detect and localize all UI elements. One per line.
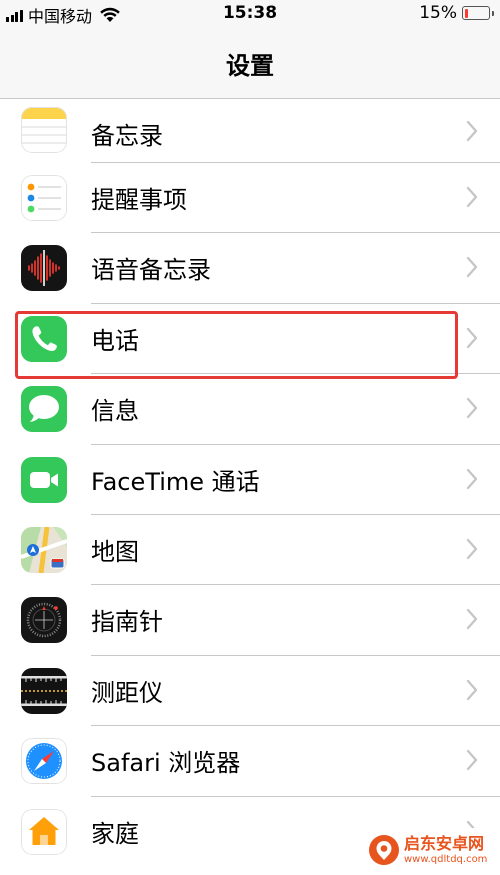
settings-row-label: Safari 浏览器 — [91, 749, 241, 778]
chevron-right-icon — [466, 609, 478, 630]
settings-row-label: 备忘录 — [91, 122, 163, 150]
settings-row-voice-memos[interactable]: 语音备忘录 — [0, 233, 500, 304]
chevron-right-icon — [466, 120, 478, 142]
settings-row-label: FaceTime 通话 — [91, 467, 260, 496]
watermark-url: www.qdltdq.com — [404, 853, 488, 865]
settings-row-reminders[interactable]: 提醒事项 — [0, 163, 500, 234]
battery-percent: 15% — [419, 3, 457, 23]
settings-row-maps[interactable]: 地图 — [0, 515, 500, 586]
settings-row-label: 指南针 — [91, 608, 163, 637]
settings-row-label: 信息 — [91, 397, 139, 426]
settings-list[interactable]: 备忘录 提醒事项 语音备忘录 电话 信息 FaceTime 通话 地图 指南针 … — [0, 99, 500, 867]
settings-row-label: 地图 — [91, 537, 139, 566]
watermark-text: 启东安卓网 www.qdltdq.com — [404, 833, 488, 865]
page-title: 设置 — [226, 52, 274, 80]
settings-row-label: 家庭 — [91, 819, 139, 848]
battery-tip — [491, 10, 494, 16]
settings-row-label: 提醒事项 — [91, 186, 187, 214]
status-bar: 中国移动 15:38 15% — [0, 0, 500, 28]
battery-icon — [462, 6, 494, 20]
safari-icon — [21, 738, 67, 785]
measure-icon — [21, 667, 67, 714]
voice-memos-icon — [21, 245, 67, 292]
highlight-box — [15, 311, 458, 379]
chevron-right-icon — [466, 538, 478, 560]
chevron-right-icon — [466, 468, 478, 489]
navigation-bar: 设置 — [0, 28, 500, 99]
status-right: 15% — [419, 3, 494, 23]
watermark-logo-icon — [369, 835, 399, 865]
notes-icon — [21, 107, 67, 153]
settings-row-label: 测距仪 — [91, 678, 163, 707]
battery-level-fill — [464, 8, 468, 18]
home-icon — [21, 808, 67, 855]
chevron-right-icon — [466, 186, 478, 208]
chevron-right-icon — [466, 257, 478, 278]
maps-icon — [21, 526, 67, 573]
settings-row-safari[interactable]: Safari 浏览器 — [0, 726, 500, 797]
settings-row-label: 语音备忘录 — [91, 256, 211, 285]
watermark: 启东安卓网 www.qdltdq.com — [364, 828, 494, 872]
chevron-right-icon — [466, 398, 478, 419]
chevron-right-icon — [466, 679, 478, 700]
watermark-name: 启东安卓网 — [404, 833, 485, 853]
facetime-icon — [21, 456, 67, 503]
chevron-right-icon — [466, 327, 478, 348]
messages-icon — [21, 386, 67, 433]
settings-row-measure[interactable]: 测距仪 — [0, 656, 500, 727]
reminders-icon — [21, 175, 67, 221]
settings-row-facetime[interactable]: FaceTime 通话 — [0, 445, 500, 515]
compass-icon — [21, 597, 67, 644]
settings-row-messages[interactable]: 信息 — [0, 374, 500, 445]
settings-row-compass[interactable]: 指南针 — [0, 585, 500, 656]
settings-row-notes[interactable]: 备忘录 — [0, 99, 500, 163]
chevron-right-icon — [466, 750, 478, 771]
